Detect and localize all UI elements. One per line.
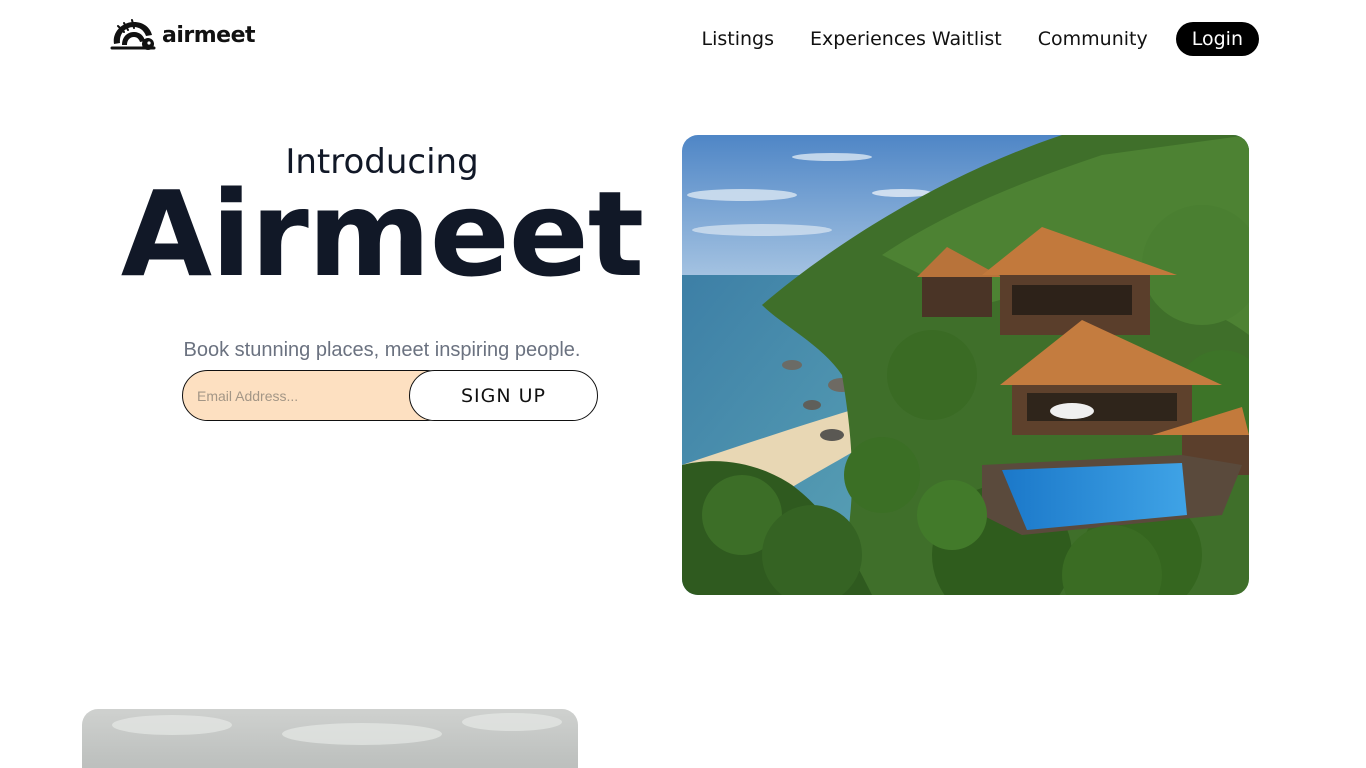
signup-button[interactable]: SIGN UP: [409, 370, 598, 421]
nav-community[interactable]: Community: [1038, 22, 1148, 56]
secondary-image: [82, 709, 578, 768]
main-nav: Listings Experiences Waitlist Community …: [702, 22, 1259, 56]
hero-image: [682, 135, 1249, 595]
hero-text: Introducing Airmeet Book stunning places…: [110, 140, 654, 364]
logo-text: airmeet: [162, 22, 256, 48]
nav-experiences-waitlist[interactable]: Experiences Waitlist: [810, 22, 1002, 56]
page: airmeet Listings Experiences Waitlist Co…: [0, 0, 1366, 768]
hero-tagline: Book stunning places, meet inspiring peo…: [183, 339, 581, 361]
hero-villas-illustration: [682, 135, 1249, 595]
hero-title: Airmeet: [120, 165, 644, 303]
logo-shell-icon: [110, 19, 156, 50]
login-button[interactable]: Login: [1175, 22, 1259, 56]
logo[interactable]: airmeet: [110, 18, 256, 52]
signup-form: SIGN UP: [182, 370, 598, 421]
nav-listings[interactable]: Listings: [702, 22, 775, 56]
